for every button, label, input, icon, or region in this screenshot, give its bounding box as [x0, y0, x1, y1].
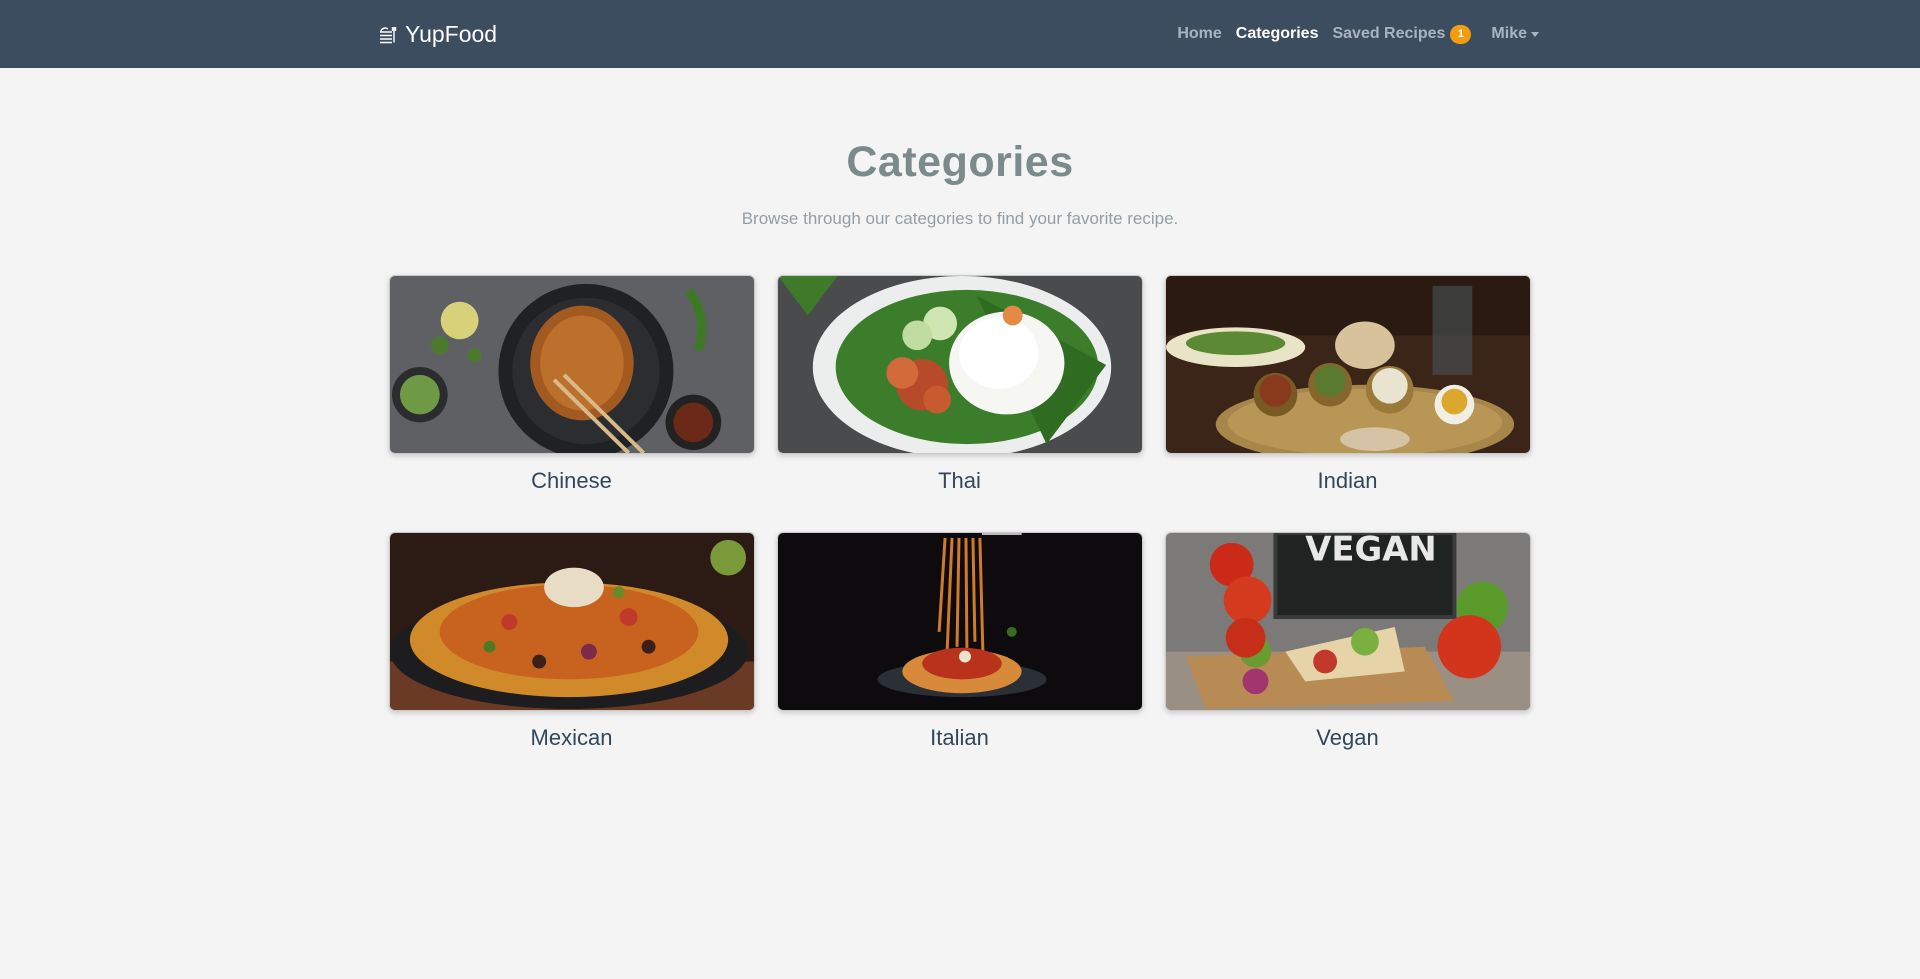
category-grid: Chinese Thai Indian Mexican Italian VEGA… — [388, 275, 1532, 751]
indian-thali-image[interactable] — [1164, 275, 1531, 454]
thai-rice-image[interactable] — [776, 275, 1143, 454]
category-title[interactable]: Italian — [777, 725, 1143, 751]
vegan-wraps-image[interactable]: VEGAN — [1164, 532, 1531, 711]
page-title: Categories — [846, 138, 1074, 186]
category-card-chinese[interactable]: Chinese — [388, 275, 755, 494]
navbar: YupFood Home Categories Saved Recipes 1 … — [0, 0, 1920, 68]
chinese-noodles-image[interactable] — [388, 275, 755, 454]
user-dropdown[interactable]: Mike — [1491, 25, 1539, 43]
nav-categories[interactable]: Categories — [1236, 25, 1319, 43]
svg-text:VEGAN: VEGAN — [1305, 533, 1436, 569]
nav-links: Home Categories Saved Recipes 1 Mike — [1177, 24, 1539, 44]
brand-link[interactable]: YupFood — [377, 21, 497, 48]
category-title[interactable]: Vegan — [1165, 725, 1531, 751]
category-card-indian[interactable]: Indian — [1164, 275, 1531, 494]
saved-count-badge: 1 — [1450, 24, 1472, 44]
hero: Categories Browse through our categories… — [0, 68, 1920, 229]
category-card-italian[interactable]: Italian — [776, 532, 1143, 751]
category-title[interactable]: Thai — [777, 468, 1143, 494]
category-card-vegan[interactable]: VEGAN Vegan — [1164, 532, 1531, 751]
category-card-thai[interactable]: Thai — [776, 275, 1143, 494]
brand-name: YupFood — [405, 20, 498, 47]
mexican-nachos-image[interactable] — [388, 532, 755, 711]
user-name: Mike — [1491, 25, 1527, 42]
nav-home[interactable]: Home — [1177, 25, 1221, 43]
category-card-mexican[interactable]: Mexican — [388, 532, 755, 751]
category-title[interactable]: Indian — [1165, 468, 1531, 494]
page-subtitle: Browse through our categories to find yo… — [741, 209, 1179, 228]
category-title[interactable]: Chinese — [389, 468, 755, 494]
food-stack-icon — [377, 23, 399, 45]
saved-recipes-label: Saved Recipes — [1332, 25, 1446, 42]
category-title[interactable]: Mexican — [389, 725, 755, 751]
italian-spaghetti-image[interactable] — [776, 532, 1143, 711]
caret-down-icon — [1531, 31, 1539, 37]
nav-saved-recipes[interactable]: Saved Recipes 1 — [1332, 24, 1472, 44]
